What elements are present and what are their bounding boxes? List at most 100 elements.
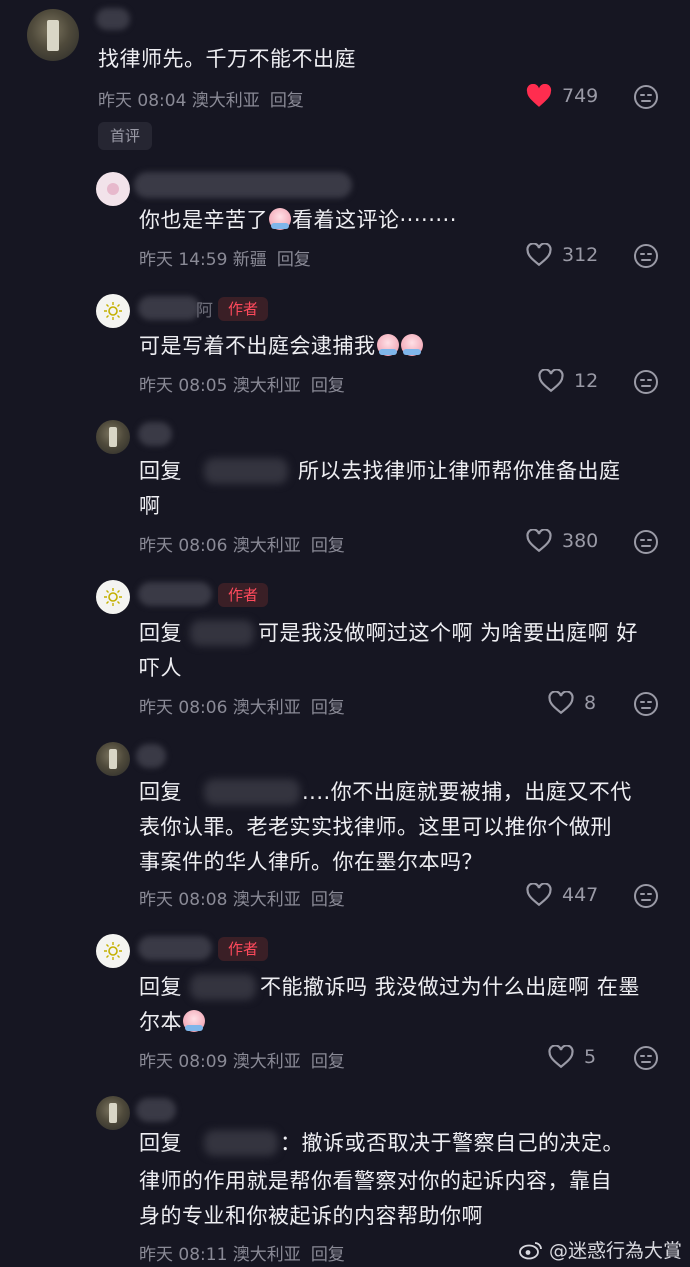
reply-text: 啊 [139, 494, 161, 518]
reply-text: 表你认罪。老老实实找律师。这里可以推你个做刑 [139, 815, 612, 839]
mentioned-user-blurred[interactable] [204, 1130, 278, 1156]
username-blurred[interactable] [138, 422, 172, 446]
reply-button[interactable]: 回复 [311, 698, 345, 718]
like-count: 8 [584, 692, 597, 714]
reply-prefix: 回复 [139, 780, 182, 804]
emoji-reaction-icon[interactable] [633, 691, 659, 717]
like-count: 12 [574, 370, 599, 392]
username-blurred[interactable] [136, 1098, 176, 1122]
like-button[interactable]: 447 [526, 883, 598, 907]
reply-text: 所以去找律师让律师帮你准备出庭 [298, 459, 621, 483]
emoji-reaction-icon[interactable] [633, 369, 659, 395]
reply-meta: 昨天 08:06 澳大利亚 回复 [139, 536, 345, 556]
author-badge: 作者 [218, 937, 269, 961]
first-comment-tag: 首评 [98, 122, 153, 150]
reply-button[interactable]: 回复 [311, 536, 345, 556]
reply-text: 回复 [139, 454, 182, 489]
reply-meta: 昨天 08:11 澳大利亚 回复 [139, 1245, 345, 1265]
mentioned-user-blurred[interactable] [190, 620, 254, 646]
reply-meta: 昨天 08:05 澳大利亚 回复 [139, 376, 345, 396]
weibo-logo-icon [519, 1241, 542, 1259]
reply-text: ：撤诉或否取决于警察自己的决定。 [280, 1131, 624, 1155]
like-button[interactable]: 8 [548, 691, 596, 715]
username-blurred[interactable] [138, 296, 200, 320]
reply-prefix: 回复 [139, 621, 182, 645]
reply-button[interactable]: 回复 [311, 1245, 345, 1265]
reply-button[interactable]: 回复 [311, 376, 345, 396]
like-count: 380 [562, 530, 599, 552]
username-blurred[interactable] [136, 744, 166, 768]
like-button[interactable]: 312 [526, 243, 598, 267]
reply-meta: 昨天 14:59 新疆 回复 [139, 250, 311, 270]
reply-button[interactable]: 回复 [311, 890, 345, 910]
avatar[interactable] [96, 934, 130, 968]
heart-outline-icon [526, 529, 552, 553]
like-button[interactable]: 12 [538, 369, 598, 393]
author-badge: 作者 [218, 297, 269, 321]
avatar[interactable] [96, 580, 130, 614]
reply-text: 回复 [139, 616, 182, 651]
sun-icon [104, 588, 122, 606]
sun-icon [104, 942, 122, 960]
reply-text: 可是写着不出庭会逮捕我 [139, 329, 424, 364]
avatar[interactable] [96, 1096, 130, 1130]
heart-filled-icon [526, 84, 552, 107]
reply-text: 律师的作用就是帮你看警察对你的起诉内容，靠自 [139, 1169, 612, 1193]
sun-icon [104, 302, 122, 320]
comment-time-location: 昨天 08:04 澳大利亚 [98, 91, 260, 111]
reply-text: 可是我没做啊过这个啊 为啥要出庭啊 好 [258, 621, 638, 645]
like-button[interactable]: 5 [548, 1045, 596, 1069]
username-blurred[interactable] [134, 172, 352, 198]
reply-button[interactable]: 回复 [277, 250, 311, 270]
emoji-reaction-icon[interactable] [633, 1045, 659, 1071]
reply-text: 尔本 [139, 1005, 206, 1040]
like-button[interactable]: 749 [526, 84, 598, 108]
reply-meta: 昨天 08:09 澳大利亚 回复 [139, 1052, 345, 1072]
avatar[interactable] [96, 742, 130, 776]
avatar[interactable] [96, 420, 130, 454]
avatar[interactable] [27, 9, 79, 61]
heart-outline-icon [538, 369, 564, 393]
reply-button[interactable]: 回复 [270, 91, 304, 111]
reply-text: 吓人 [139, 656, 182, 680]
reply-text: ....你不出庭就要被捕，出庭又不代 [302, 780, 632, 804]
reply-prefix: 回复 [139, 459, 182, 483]
comment-meta: 昨天 08:04 澳大利亚 回复 [98, 86, 304, 111]
emoji-reaction-icon[interactable] [633, 243, 659, 269]
like-count: 5 [584, 1046, 597, 1068]
mentioned-user-blurred[interactable] [204, 458, 288, 484]
reply-text: 回复 [139, 775, 182, 810]
username-suffix: 阿 [196, 301, 213, 321]
reply-meta: 昨天 08:06 澳大利亚 回复 [139, 698, 345, 718]
mentioned-user-blurred[interactable] [190, 974, 256, 1000]
like-button[interactable]: 380 [526, 529, 598, 553]
username-blurred[interactable] [96, 8, 130, 30]
reply-text: 不能撤诉吗 我没做过为什么出庭啊 在墨 [260, 975, 640, 999]
heart-outline-icon [548, 1045, 574, 1069]
mentioned-user-blurred[interactable] [204, 779, 300, 805]
reply-prefix: 回复 [139, 975, 182, 999]
avatar[interactable] [96, 172, 130, 206]
heart-outline-icon [526, 883, 552, 907]
comment-text: 找律师先。千万不能不出庭 [98, 47, 356, 71]
crying-emoji-icon [400, 334, 423, 356]
username-blurred[interactable] [138, 936, 212, 960]
reply-text: 回复 [139, 970, 182, 1005]
reply-meta: 昨天 08:08 澳大利亚 回复 [139, 890, 345, 910]
crying-emoji-icon [183, 1010, 205, 1032]
reply-text: 你也是辛苦了 看着这评论········ [139, 208, 457, 232]
reply-prefix: 回复 [139, 1131, 182, 1155]
username-blurred[interactable] [138, 582, 212, 606]
crying-emoji-icon [376, 334, 399, 356]
heart-outline-icon [526, 243, 552, 267]
emoji-reaction-icon[interactable] [633, 529, 659, 555]
reply-text: 回复 [139, 1126, 182, 1161]
emoji-reaction-icon[interactable] [633, 883, 659, 909]
like-count: 447 [562, 884, 599, 906]
like-count: 749 [562, 85, 599, 107]
emoji-reaction-icon[interactable] [633, 84, 659, 110]
heart-outline-icon [548, 691, 574, 715]
avatar[interactable] [96, 294, 130, 328]
reply-button[interactable]: 回复 [311, 1052, 345, 1072]
crying-emoji-icon [269, 208, 291, 230]
